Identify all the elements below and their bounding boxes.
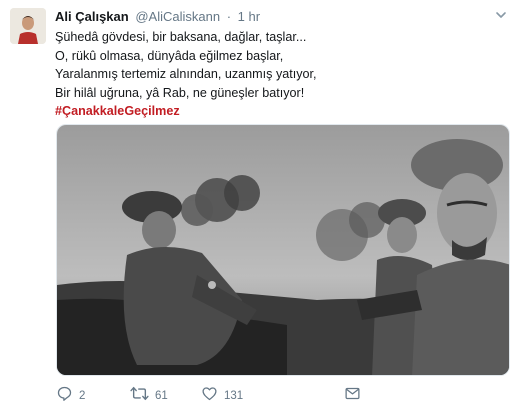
envelope-icon — [344, 385, 361, 407]
tweet-line: Bir hilâl uğruna, yâ Rab, ne güneşler ba… — [55, 85, 305, 100]
tweet-actions: 2 61 131 — [56, 386, 376, 406]
separator-dot: · — [226, 9, 232, 24]
tweet-header: Ali Çalışkan @AliCaliskann · 1 hr — [55, 9, 260, 25]
tweet-timestamp[interactable]: 1 hr — [238, 9, 260, 24]
heart-icon — [201, 385, 218, 407]
tweet-photo[interactable] — [56, 124, 510, 376]
author-name[interactable]: Ali Çalışkan — [55, 9, 129, 24]
tweet-card[interactable]: Ali Çalışkan @AliCaliskann · 1 hr Şühedâ… — [0, 0, 520, 411]
tweet-text: Şühedâ gövdesi, bir baksana, dağlar, taş… — [55, 28, 505, 121]
like-count: 131 — [224, 390, 244, 402]
reply-button[interactable]: 2 — [56, 386, 85, 406]
avatar[interactable] — [10, 8, 46, 44]
reply-icon — [56, 385, 73, 407]
author-handle[interactable]: @AliCaliskann — [135, 9, 220, 24]
retweet-button[interactable]: 61 — [130, 386, 168, 406]
chevron-down-icon[interactable] — [494, 8, 508, 22]
retweet-count: 61 — [155, 390, 168, 402]
tweet-line: Yaralanmış tertemiz alnından, uzanmış ya… — [55, 67, 317, 81]
tweet-line: O, rükû olmasa, dünyâda eğilmez başlar, — [55, 48, 284, 63]
direct-message-button[interactable] — [344, 386, 361, 406]
reply-count: 2 — [79, 390, 86, 402]
hashtag-link[interactable]: #ÇanakkaleGeçilmez — [55, 102, 505, 121]
like-button[interactable]: 131 — [201, 386, 243, 406]
retweet-icon — [130, 385, 149, 407]
tweet-line: Şühedâ gövdesi, bir baksana, dağlar, taş… — [55, 30, 307, 44]
